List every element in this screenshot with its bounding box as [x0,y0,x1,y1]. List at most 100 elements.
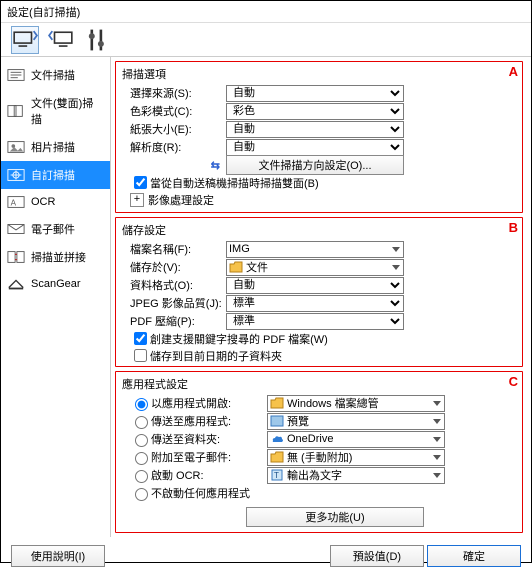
ocr-icon: A [7,195,25,209]
checkbox-date-subfolder-label: 儲存到目前日期的子資料夾 [150,348,282,364]
tools-icon[interactable] [83,26,111,54]
section-title-a: 掃描選項 [116,62,522,84]
to-computer-icon[interactable] [47,26,75,54]
section-title-b: 儲存設定 [116,218,522,240]
checkbox-pdf-searchable[interactable] [134,332,147,345]
onedrive-icon [270,433,284,445]
label-send-to-folder: 傳送至資料夾: [151,431,267,447]
label-papersize: 紙張大小(E): [130,121,226,137]
label-filename: 檔案名稱(F): [130,241,226,257]
folder-icon [229,261,243,273]
svg-text:T: T [274,471,279,480]
toolbar [1,23,531,57]
sidebar-item-ocr[interactable]: A OCR [1,189,110,215]
more-functions-button[interactable]: 更多功能(U) [246,507,424,527]
radio-attach-email[interactable] [135,452,148,465]
label-source: 選擇來源(S): [130,85,226,101]
title-bar: 設定(自訂掃描) [1,1,531,23]
label-attach-email: 附加至電子郵件: [151,449,267,465]
sidebar-label: OCR [31,196,55,208]
stitch-icon [7,250,25,264]
section-application-settings: C 應用程式設定 以應用程式開啟: Windows 檔案總管 傳送至應用程式: … [115,371,523,533]
label-colormode: 色彩模式(C): [130,103,226,119]
section-title-c: 應用程式設定 [116,372,522,394]
checkbox-pdf-searchable-label: 創建支援關鍵字搜尋的 PDF 檔案(W) [150,331,328,347]
sidebar-label: 掃描並拼接 [31,249,86,265]
sidebar-item-email[interactable]: 電子郵件 [1,215,110,243]
select-resolution[interactable]: 自動 [226,139,404,156]
sync-icon: ⇆ [130,159,226,172]
sidebar-label: 相片掃描 [31,139,75,155]
sidebar-item-duplex[interactable]: 文件(雙面)掃描 [1,89,110,133]
sidebar-label: 文件掃描 [31,67,75,83]
main-panel: A 掃描選項 選擇來源(S): 自動 色彩模式(C): 彩色 紙張大小(E): … [111,57,531,537]
combo-start-ocr[interactable]: T 輸出為文字 [267,467,445,484]
radio-send-to-app[interactable] [135,416,148,429]
help-button[interactable]: 使用說明(I) [11,545,105,567]
preview-icon [270,415,284,427]
sidebar-item-stitch[interactable]: 掃描並拼接 [1,243,110,271]
label-pdf-compress: PDF 壓縮(P): [130,313,226,329]
duplex-scan-icon [7,104,25,118]
label-resolution: 解析度(R): [130,139,226,155]
section-badge-c: C [509,374,518,389]
orientation-settings-button[interactable]: 文件掃描方向設定(O)... [226,155,404,175]
checkbox-duplex-adf-label: 當從自動送稿機掃描時掃描雙面(B) [150,175,319,191]
sidebar-label: 文件(雙面)掃描 [31,95,104,127]
document-scan-icon [7,68,25,82]
expand-image-processing[interactable]: + [130,193,144,207]
folder-yellow-icon [270,451,284,463]
label-format: 資料格式(O): [130,277,226,293]
checkbox-date-subfolder[interactable] [134,349,147,362]
sidebar-item-photo[interactable]: 相片掃描 [1,133,110,161]
section-badge-a: A [509,64,518,79]
from-computer-icon[interactable] [11,26,39,54]
section-save-settings: B 儲存設定 檔案名稱(F): IMG 儲存於(V): 文件 [115,217,523,367]
scangear-icon [7,277,25,291]
checkbox-duplex-adf[interactable] [134,176,147,189]
svg-text:A: A [11,199,17,208]
select-format[interactable]: 自動 [226,277,404,294]
radio-do-nothing[interactable] [135,488,148,501]
select-source[interactable]: 自動 [226,85,404,102]
image-processing-label: 影像處理設定 [148,192,214,208]
label-send-to-app: 傳送至應用程式: [151,413,267,429]
sidebar-item-custom[interactable]: 自訂掃描 [1,161,110,189]
select-pdf-compress[interactable]: 標準 [226,313,404,330]
ok-button[interactable]: 確定 [427,545,521,567]
label-open-with-app: 以應用程式開啟: [151,395,267,411]
sidebar-label: 自訂掃描 [31,167,75,183]
title-text: 設定(自訂掃描) [7,7,80,19]
radio-send-to-folder[interactable] [135,434,148,447]
sidebar-label: ScanGear [31,278,81,290]
sidebar-item-scangear[interactable]: ScanGear [1,271,110,297]
combo-attach-email[interactable]: 無 (手動附加) [267,449,445,466]
explorer-icon [270,397,284,409]
section-scan-options: A 掃描選項 選擇來源(S): 自動 色彩模式(C): 彩色 紙張大小(E): … [115,61,523,213]
select-jpeg-quality[interactable]: 標準 [226,295,404,312]
radio-open-with-app[interactable] [135,398,148,411]
label-start-ocr: 啟動 OCR: [151,467,267,483]
combo-savein[interactable]: 文件 [226,259,404,276]
combo-filename[interactable]: IMG [226,241,404,258]
label-savein: 儲存於(V): [130,259,226,275]
text-output-icon: T [270,469,284,481]
custom-scan-icon [7,168,25,182]
dialog-window: 設定(自訂掃描) 文件掃描 文件(雙面)掃描 相片掃描 [0,0,532,563]
radio-start-ocr[interactable] [135,470,148,483]
defaults-button[interactable]: 預設值(D) [330,545,424,567]
sidebar: 文件掃描 文件(雙面)掃描 相片掃描 自訂掃描 A OCR 電子郵件 [1,57,111,537]
combo-send-to-folder[interactable]: OneDrive [267,431,445,448]
sidebar-item-document[interactable]: 文件掃描 [1,61,110,89]
email-icon [7,222,25,236]
select-papersize[interactable]: 自動 [226,121,404,138]
section-badge-b: B [509,220,518,235]
select-colormode[interactable]: 彩色 [226,103,404,120]
photo-scan-icon [7,140,25,154]
sidebar-label: 電子郵件 [31,221,75,237]
label-do-nothing: 不啟動任何應用程式 [151,485,351,501]
footer: 使用說明(I) 預設值(D) 確定 [1,537,531,575]
combo-send-to-app[interactable]: 預覽 [267,413,445,430]
label-jpeg-quality: JPEG 影像品質(J): [130,295,226,311]
combo-open-with-app[interactable]: Windows 檔案總管 [267,395,445,412]
